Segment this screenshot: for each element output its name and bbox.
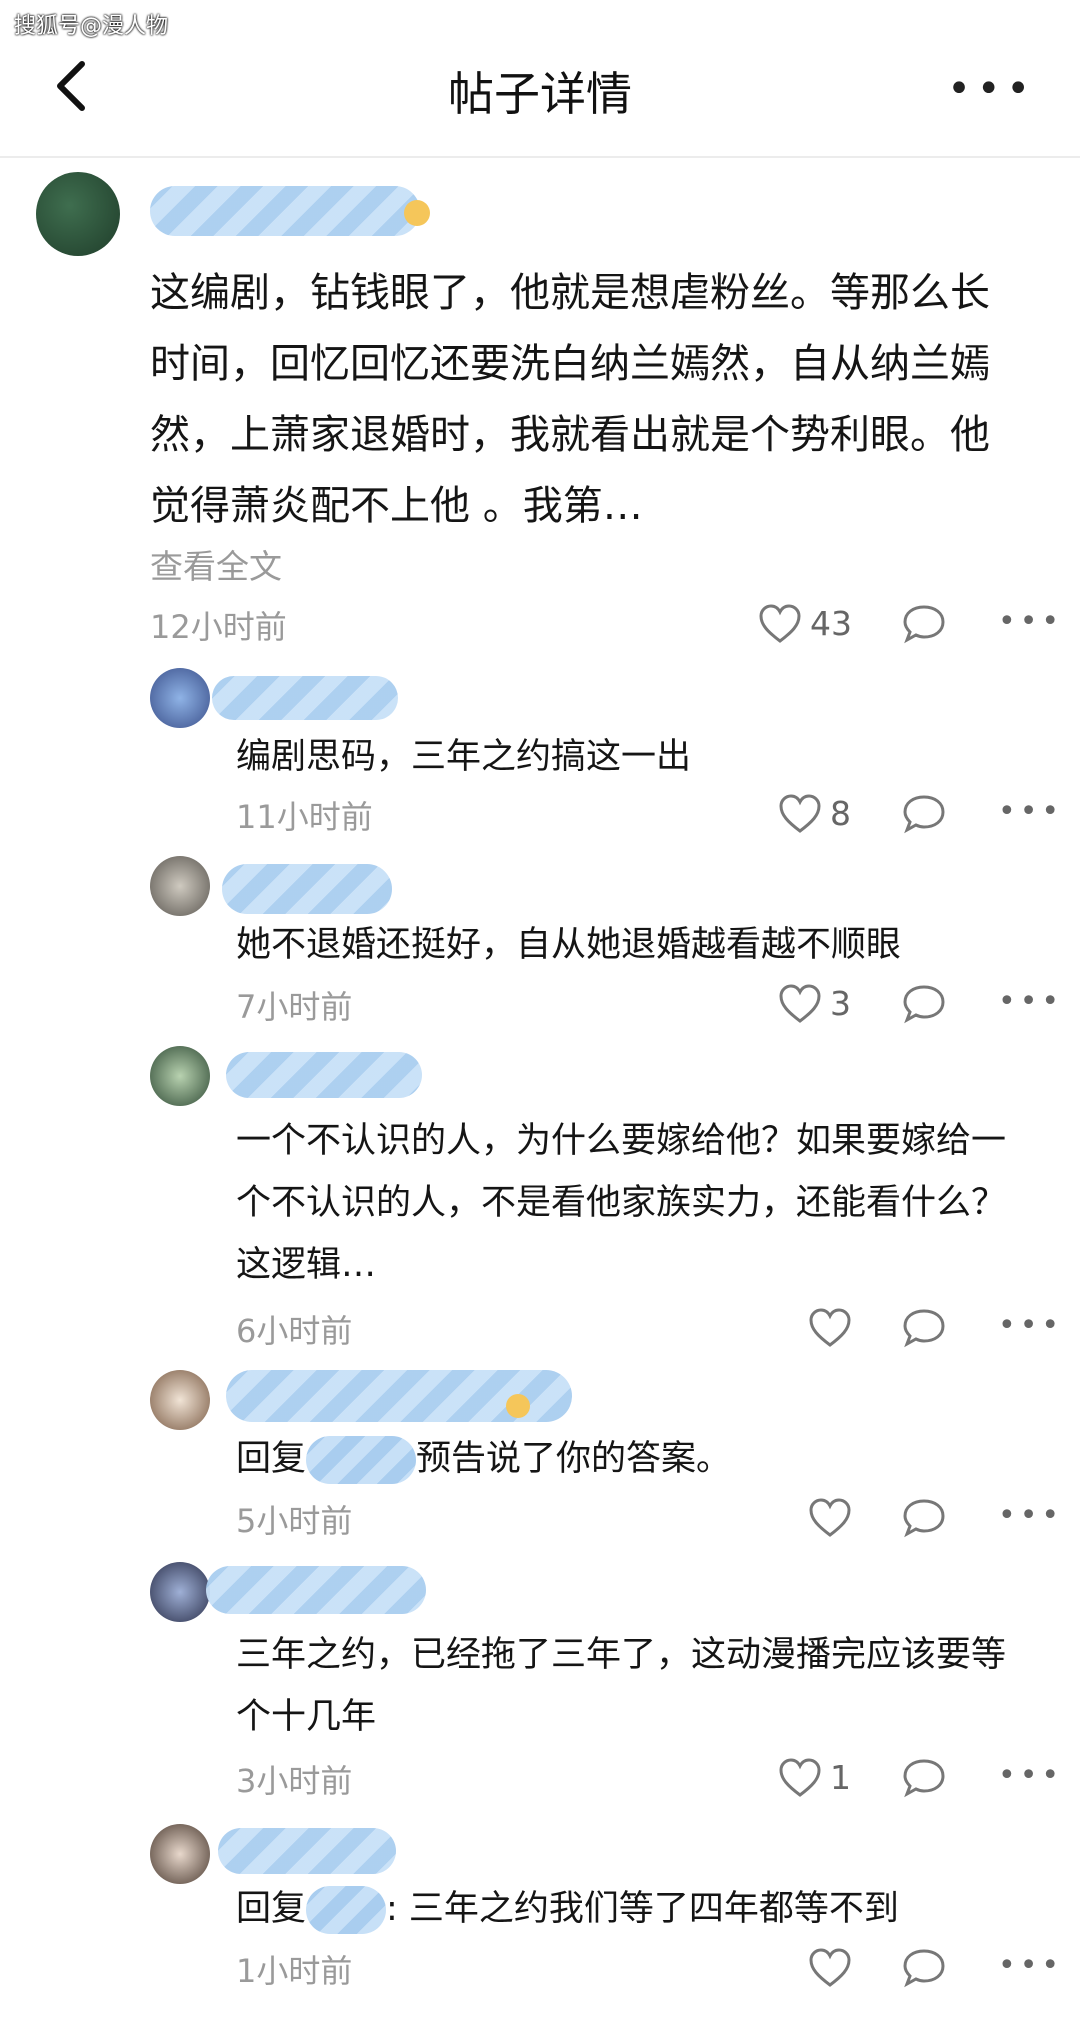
heart-icon[interactable] bbox=[808, 1498, 852, 1538]
page-title: 帖子详情 bbox=[448, 67, 632, 121]
expand-full-text-link[interactable]: 查看全文 bbox=[150, 540, 282, 588]
heart-icon[interactable] bbox=[778, 984, 822, 1024]
heart-icon[interactable] bbox=[778, 794, 822, 834]
more-dots-icon[interactable]: ••• bbox=[998, 1308, 1063, 1343]
comment-bubble-icon[interactable] bbox=[902, 1948, 946, 1988]
avatar[interactable] bbox=[150, 668, 210, 728]
comment-bubble-icon[interactable] bbox=[902, 1498, 946, 1538]
more-dots-icon[interactable]: ••• bbox=[998, 794, 1063, 829]
username-redacted[interactable] bbox=[218, 1828, 396, 1874]
mention-redacted[interactable] bbox=[306, 1886, 387, 1934]
comment-bubble-icon[interactable] bbox=[902, 1308, 946, 1348]
comment-bubble-icon[interactable] bbox=[902, 604, 946, 644]
avatar[interactable] bbox=[150, 1370, 210, 1430]
heart-icon[interactable] bbox=[758, 604, 802, 644]
reply-time: 7小时前 bbox=[236, 988, 353, 1026]
like-count: 43 bbox=[810, 604, 852, 643]
reply-prefix: 回复 bbox=[236, 1439, 307, 1479]
more-dots-icon[interactable]: ••• bbox=[998, 1948, 1063, 1983]
reply-text: 一个不认识的人，为什么要嫁给他？如果要嫁给一个不认识的人，不是看他家族实力，还能… bbox=[236, 1121, 1007, 1285]
reply-text: 回复 预告说了你的答案。 bbox=[236, 1428, 1026, 1490]
reply-time: 5小时前 bbox=[236, 1502, 353, 1540]
reply-text: 三年之约，已经拖了三年了，这动漫播完应该要等个十几年 bbox=[236, 1635, 1007, 1737]
reply-text: 编剧思码，三年之约搞这一出 bbox=[236, 737, 692, 777]
avatar[interactable] bbox=[150, 1562, 210, 1622]
username-redacted[interactable] bbox=[226, 1052, 422, 1098]
post-time: 12小时前 bbox=[150, 608, 287, 646]
level-badge bbox=[506, 1394, 530, 1418]
comment-bubble-icon[interactable] bbox=[902, 1758, 946, 1798]
more-dots-icon[interactable]: ••• bbox=[998, 1758, 1063, 1793]
avatar[interactable] bbox=[36, 172, 120, 256]
like-count: 1 bbox=[830, 1758, 851, 1797]
avatar[interactable] bbox=[150, 856, 210, 916]
avatar[interactable] bbox=[150, 1046, 210, 1106]
reply-time: 11小时前 bbox=[236, 798, 373, 836]
heart-icon[interactable] bbox=[808, 1948, 852, 1988]
comment-bubble-icon[interactable] bbox=[902, 984, 946, 1024]
more-dots-icon[interactable]: ••• bbox=[998, 1498, 1063, 1533]
username-redacted[interactable] bbox=[212, 676, 398, 720]
level-badge bbox=[404, 200, 430, 226]
reply-time: 1小时前 bbox=[236, 1952, 353, 1990]
post-body: 这编剧，钻钱眼了，他就是想虐粉丝。等那么长时间，回忆回忆还要洗白纳兰嫣然，自从纳… bbox=[150, 270, 990, 529]
reply-content: : 三年之约我们等了四年都等不到 bbox=[386, 1889, 899, 1929]
heart-icon[interactable] bbox=[778, 1758, 822, 1798]
mention-redacted[interactable] bbox=[306, 1436, 417, 1484]
like-count: 3 bbox=[830, 984, 851, 1023]
reply-prefix: 回复 bbox=[236, 1889, 307, 1929]
reply-time: 6小时前 bbox=[236, 1312, 353, 1350]
like-count: 8 bbox=[830, 794, 851, 833]
username-redacted[interactable] bbox=[222, 864, 392, 914]
heart-icon[interactable] bbox=[808, 1308, 852, 1348]
top-navbar: 帖子详情 ••• bbox=[0, 0, 1080, 158]
reply-text: 她不退婚还挺好，自从她退婚越看越不顺眼 bbox=[236, 925, 902, 965]
more-dots-icon[interactable]: ••• bbox=[947, 66, 1036, 112]
more-dots-icon[interactable]: ••• bbox=[998, 984, 1063, 1019]
username-redacted[interactable] bbox=[206, 1566, 426, 1614]
reply-time: 3小时前 bbox=[236, 1762, 353, 1800]
reply-content: 预告说了你的答案。 bbox=[416, 1439, 732, 1479]
avatar[interactable] bbox=[150, 1824, 210, 1884]
username-redacted[interactable] bbox=[150, 186, 420, 236]
reply-text: 回复 : 三年之约我们等了四年都等不到 bbox=[236, 1878, 1026, 1940]
more-dots-icon[interactable]: ••• bbox=[998, 604, 1063, 639]
comment-bubble-icon[interactable] bbox=[902, 794, 946, 834]
